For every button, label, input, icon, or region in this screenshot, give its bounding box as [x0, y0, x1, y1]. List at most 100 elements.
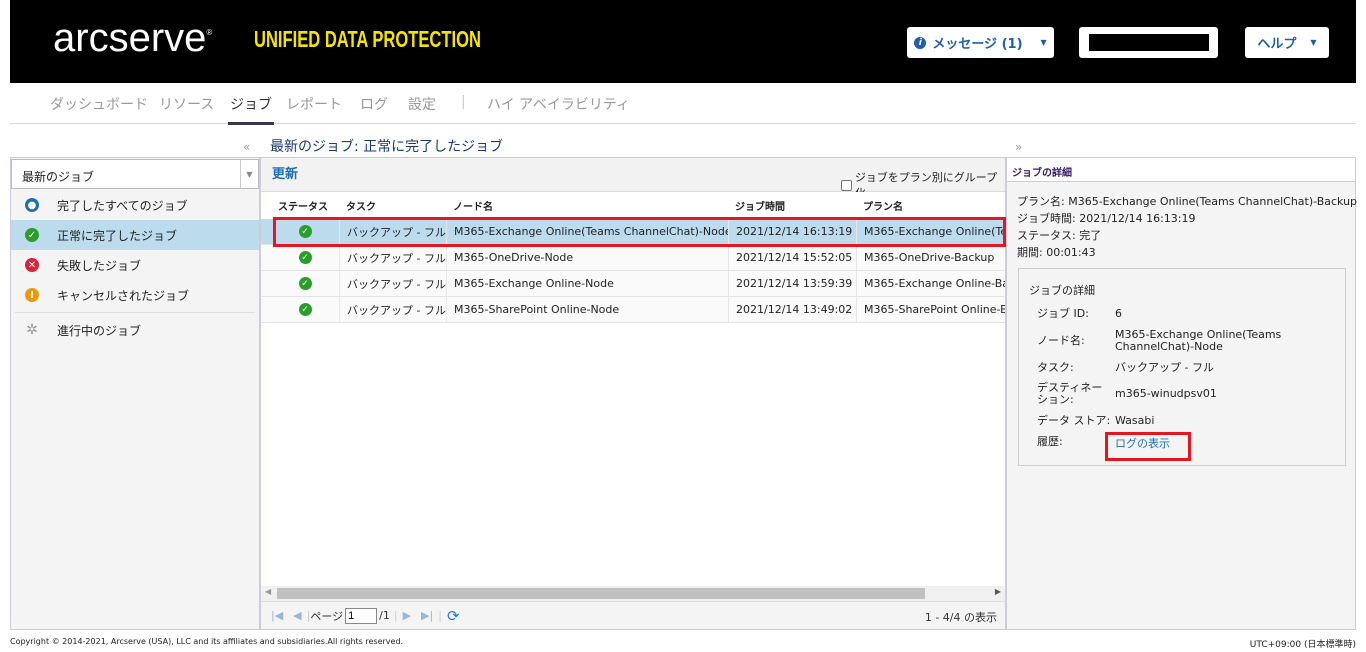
failed-icon: ✕	[25, 258, 39, 272]
time-cell: 2021/12/14 15:52:05	[728, 245, 856, 270]
filter-all-completed[interactable]: ● 完了したすべてのジョブ	[11, 190, 259, 220]
nav-logs[interactable]: ログ	[360, 94, 388, 114]
highlight-view-log	[1105, 432, 1191, 461]
job-type-dropdown[interactable]: 最新のジョブ ▼	[11, 159, 259, 189]
info-icon: i	[914, 36, 927, 49]
filter-canceled[interactable]: ! キャンセルされたジョブ	[11, 280, 259, 310]
nav-divider: |	[461, 94, 466, 110]
field-label: ノード名:	[1037, 334, 1085, 347]
field-value: m365-winudpsv01	[1115, 387, 1217, 400]
page-total: /1	[379, 609, 390, 622]
copyright: Copyright © 2014-2021, Arcserve (USA), L…	[10, 637, 404, 646]
chevron-down-icon[interactable]: ▼	[240, 160, 258, 188]
table-row[interactable]: ✓ バックアップ - フル M365-Exchange Online-Node 202…	[261, 271, 1005, 297]
node-cell: M365-Exchange Online-Node	[446, 271, 728, 296]
expand-right-icon[interactable]: »	[1015, 140, 1022, 154]
scrollbar-thumb[interactable]	[277, 588, 925, 599]
field-label: ジョブ ID:	[1037, 307, 1089, 320]
time-cell: 2021/12/14 13:59:39	[728, 271, 856, 296]
status-cell: ✓	[271, 297, 339, 322]
timezone: UTC+09:00 (日本標準時)	[1249, 640, 1356, 650]
success-icon: ✓	[298, 303, 312, 316]
checkbox-icon[interactable]	[841, 179, 852, 191]
next-page-icon[interactable]: ▶	[403, 609, 411, 622]
page-title: 最新のジョブ: 正常に完了したジョブ	[270, 139, 504, 155]
filter-failed[interactable]: ✕ 失敗したジョブ	[11, 250, 259, 280]
dropdown-value: 最新のジョブ	[22, 170, 95, 184]
nav-jobs[interactable]: ジョブ	[228, 94, 274, 125]
filter-label: 進行中のジョブ	[57, 323, 142, 338]
highlight-selected-row	[273, 217, 1006, 247]
help-label: ヘルプ	[1257, 37, 1297, 52]
spinner-icon: ✲	[26, 322, 38, 338]
cancel-icon: !	[25, 288, 39, 302]
refresh-button[interactable]: 更新	[272, 163, 298, 182]
field-label: デスティネーション:	[1037, 381, 1103, 406]
collapse-left-icon[interactable]: «	[243, 140, 250, 154]
nav-dashboard[interactable]: ダッシュボード	[50, 94, 148, 114]
nav-reports[interactable]: レポート	[286, 94, 342, 114]
success-icon: ✓	[25, 228, 39, 242]
nav-high-availability[interactable]: ハイ アベイラビリティ	[487, 94, 630, 114]
filter-in-progress[interactable]: ✲ 進行中のジョブ	[11, 315, 259, 345]
success-icon: ✓	[298, 277, 312, 290]
prev-page-icon[interactable]: ◀	[293, 609, 301, 622]
field-value: Wasabi	[1115, 414, 1155, 427]
logo-text: arcserve	[53, 16, 207, 60]
summary-time: ジョブ時間: 2021/12/14 16:13:19	[1017, 212, 1196, 225]
page-input[interactable]	[345, 607, 378, 624]
col-node[interactable]: ノード名	[446, 192, 728, 219]
page-label: ページ	[310, 609, 344, 623]
table-header: ステータス タスク ノード名 ジョブ時間 プラン名	[261, 192, 1005, 219]
col-plan[interactable]: プラン名	[856, 192, 1005, 219]
field-label: タスク:	[1037, 361, 1074, 374]
success-icon: ✓	[298, 251, 312, 264]
col-time[interactable]: ジョブ時間	[728, 192, 856, 219]
page-range: 1 - 4/4 の表示	[924, 611, 997, 624]
field-label: データ ストア:	[1037, 414, 1111, 427]
table-row[interactable]: ✓ バックアップ - フル M365-SharePoint Online-Node 2…	[261, 297, 1005, 323]
scroll-right-icon[interactable]: ▶	[995, 587, 1001, 596]
user-name-redacted	[1088, 34, 1209, 51]
scroll-left-icon[interactable]: ◀	[265, 587, 271, 596]
pagination-bar: |◀ ◀ | ページ /1 | ▶ ▶| | ⟳ 1 - 4/4 の表示	[261, 601, 1005, 629]
user-button[interactable]	[1079, 27, 1218, 58]
divider: |	[393, 609, 398, 622]
col-task[interactable]: タスク	[339, 192, 446, 219]
filter-label: 失敗したジョブ	[57, 258, 142, 273]
field-value: M365-Exchange Online(Teams ChannelChat)-…	[1115, 328, 1282, 353]
summary-status: ステータス: 完了	[1017, 229, 1102, 242]
details-title: ジョブの詳細	[1007, 158, 1355, 182]
nav-settings[interactable]: 設定	[408, 94, 436, 114]
status-cell: ✓	[271, 245, 339, 270]
plan-cell: M365-OneDrive-Backup	[856, 245, 1005, 270]
field-label: 履歴:	[1037, 435, 1063, 448]
summary-duration: 期間: 00:01:43	[1017, 246, 1096, 259]
product-name: UNIFIED DATA PROTECTION	[254, 26, 481, 52]
col-status[interactable]: ステータス	[271, 192, 339, 219]
filter-label: キャンセルされたジョブ	[57, 288, 190, 303]
table-row[interactable]: ✓ バックアップ - フル M365-OneDrive-Node 2021/12/14…	[261, 245, 1005, 271]
horizontal-scrollbar[interactable]: ◀ ▶	[261, 586, 1005, 601]
details-section: ジョブの詳細 ジョブ ID: 6 ノード名: M365-Exchange Onl…	[1018, 268, 1346, 466]
last-page-icon[interactable]: ▶|	[421, 609, 433, 622]
filter-label: 正常に完了したジョブ	[57, 228, 178, 243]
refresh-icon[interactable]: ⟳	[447, 607, 460, 625]
top-header: arcserve® UNIFIED DATA PROTECTION i メッセー…	[10, 0, 1356, 83]
nav-resources[interactable]: リソース	[159, 94, 214, 114]
job-filter-panel: 最新のジョブ ▼ ● 完了したすべてのジョブ ✓ 正常に完了したジョブ ✕ 失敗したジ…	[10, 157, 260, 630]
help-button[interactable]: ヘルプ ▼	[1245, 27, 1329, 58]
arcserve-logo: arcserve®	[53, 16, 212, 61]
filter-successful[interactable]: ✓ 正常に完了したジョブ	[11, 220, 259, 250]
messages-button[interactable]: i メッセージ (1) ▼	[907, 27, 1054, 58]
divider: |	[438, 609, 442, 622]
logo-mark: ®	[206, 28, 213, 37]
first-page-icon[interactable]: |◀	[271, 609, 283, 622]
all-jobs-icon: ●	[25, 198, 39, 212]
filter-label: 完了したすべてのジョブ	[57, 198, 188, 213]
task-cell: バックアップ - フル	[339, 271, 446, 296]
node-cell: M365-OneDrive-Node	[446, 245, 728, 270]
field-value: バックアップ - フル	[1115, 361, 1214, 374]
job-details-panel: ジョブの詳細 プラン名: M365-Exchange Online(Teams …	[1006, 157, 1357, 630]
plan-cell: M365-SharePoint Online-Backup	[856, 297, 1005, 322]
